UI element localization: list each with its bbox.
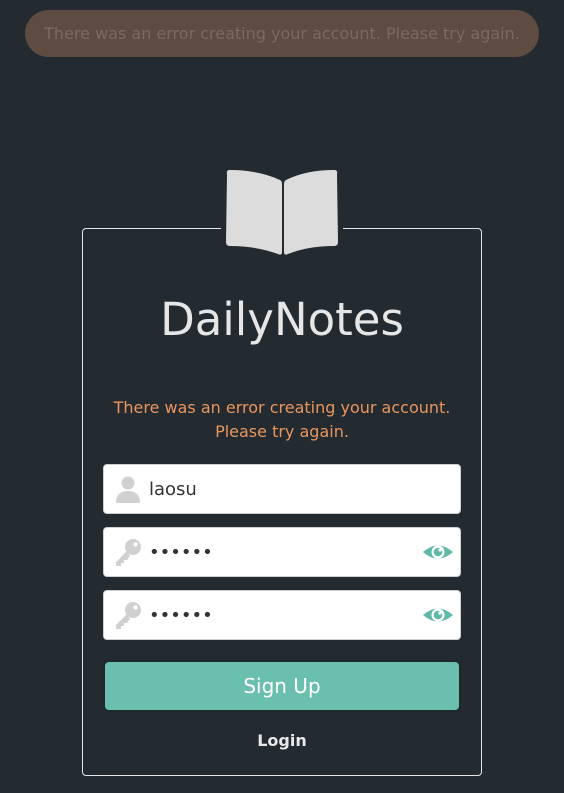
app-title: DailyNotes bbox=[160, 293, 404, 346]
eye-icon[interactable] bbox=[421, 538, 455, 566]
book-logo-icon bbox=[226, 170, 338, 255]
error-toast: There was an error creating your account… bbox=[25, 10, 539, 57]
confirm-password-field[interactable] bbox=[103, 590, 461, 640]
sign-up-button[interactable]: Sign Up bbox=[103, 660, 461, 712]
form-error-message: There was an error creating your account… bbox=[113, 398, 451, 441]
eye-icon[interactable] bbox=[421, 601, 455, 629]
username-input[interactable] bbox=[149, 465, 413, 513]
confirm-password-input[interactable] bbox=[149, 591, 413, 639]
password-input[interactable] bbox=[149, 528, 413, 576]
username-field[interactable] bbox=[103, 464, 461, 514]
user-icon bbox=[116, 476, 140, 503]
key-icon bbox=[116, 602, 141, 629]
password-field[interactable] bbox=[103, 527, 461, 577]
key-icon bbox=[116, 539, 141, 566]
login-link[interactable]: Login bbox=[82, 731, 482, 750]
